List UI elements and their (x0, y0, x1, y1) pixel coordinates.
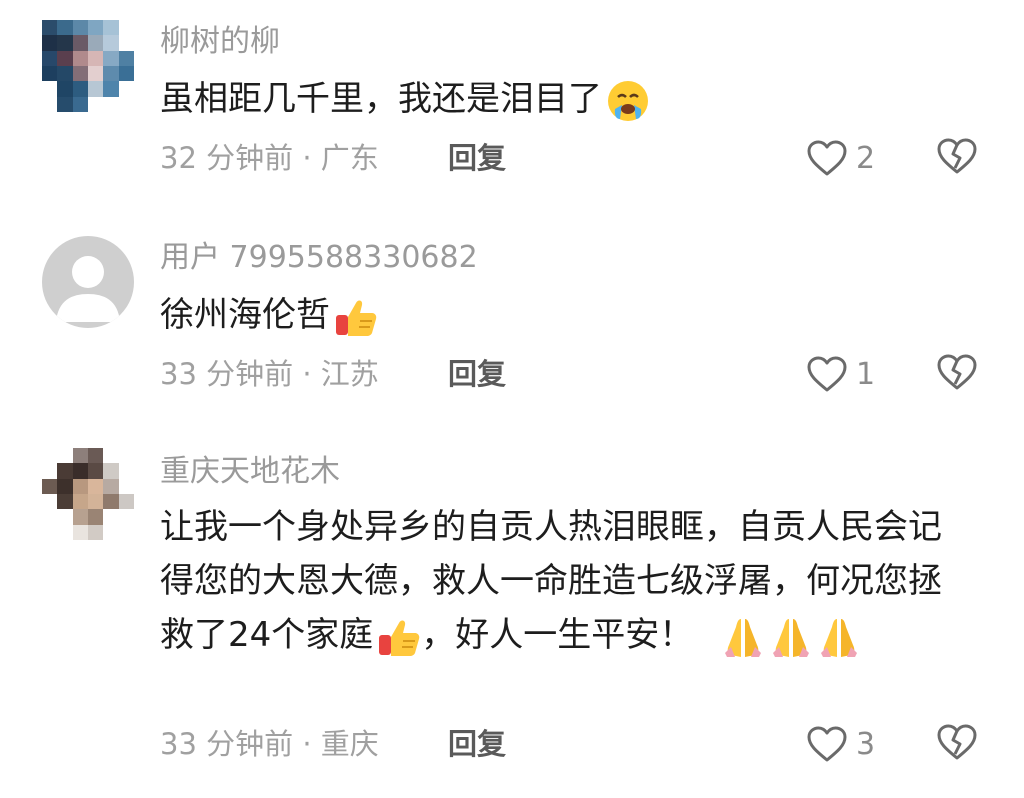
comment-text-tail: ，好人一生平安！ (421, 615, 694, 655)
broken-heart-icon (937, 138, 977, 174)
like-count: 3 (856, 726, 876, 762)
avatar[interactable] (42, 20, 134, 112)
thumbs-up-emoji (334, 295, 378, 339)
like-button[interactable]: 2 (806, 136, 875, 180)
comment-text: 虽相距几千里，我还是泪目了 (160, 72, 960, 126)
like-count: 1 (856, 356, 876, 392)
comment-item: 用户 7995588330682 徐州海伦哲 33 分钟前 · 江苏 回复 1 (0, 218, 1024, 418)
like-button[interactable]: 3 (806, 722, 875, 766)
reply-button[interactable]: 回复 (448, 354, 506, 394)
comment-meta: 33 分钟前 · 重庆 (160, 727, 379, 761)
like-button[interactable]: 1 (806, 352, 875, 396)
username[interactable]: 用户 7995588330682 (160, 238, 478, 278)
comment-item: 柳树的柳 虽相距几千里，我还是泪目了 32 分钟前 · 广东 回复 2 (0, 0, 1024, 200)
avatar[interactable] (42, 448, 134, 540)
reply-button[interactable]: 回复 (448, 724, 506, 764)
folded-hands-emoji (721, 615, 765, 659)
dislike-button[interactable] (936, 136, 980, 180)
folded-hands-emoji (769, 615, 813, 659)
comment-item: 重庆天地花木 让我一个身处异乡的自贡人热泪眼眶，自贡人民会记得您的大恩大德，救人… (0, 430, 1024, 798)
comment-text: 徐州海伦哲 (160, 288, 960, 342)
heart-outline-icon (807, 356, 847, 392)
username[interactable]: 重庆天地花木 (160, 452, 340, 492)
thumbs-up-emoji (377, 615, 421, 659)
like-count: 2 (856, 140, 876, 176)
heart-outline-icon (807, 140, 847, 176)
comment-meta: 32 分钟前 · 广东 (160, 141, 379, 175)
broken-heart-icon (937, 724, 977, 760)
reply-button[interactable]: 回复 (448, 138, 506, 178)
broken-heart-icon (937, 354, 977, 390)
default-user-icon (56, 256, 120, 322)
comment-meta: 33 分钟前 · 江苏 (160, 357, 379, 391)
comment-text-content: 虽相距几千里，我还是泪目了 (160, 79, 602, 119)
dislike-button[interactable] (936, 352, 980, 396)
comment-text: 让我一个身处异乡的自贡人热泪眼眶，自贡人民会记得您的大恩大德，救人一命胜造七级浮… (160, 500, 960, 662)
username[interactable]: 柳树的柳 (160, 22, 280, 62)
avatar[interactable] (42, 236, 134, 328)
folded-hands-emoji (817, 615, 861, 659)
comment-text-content: 徐州海伦哲 (160, 295, 330, 335)
loudly-crying-face-emoji (606, 79, 650, 123)
heart-outline-icon (807, 726, 847, 762)
dislike-button[interactable] (936, 722, 980, 766)
